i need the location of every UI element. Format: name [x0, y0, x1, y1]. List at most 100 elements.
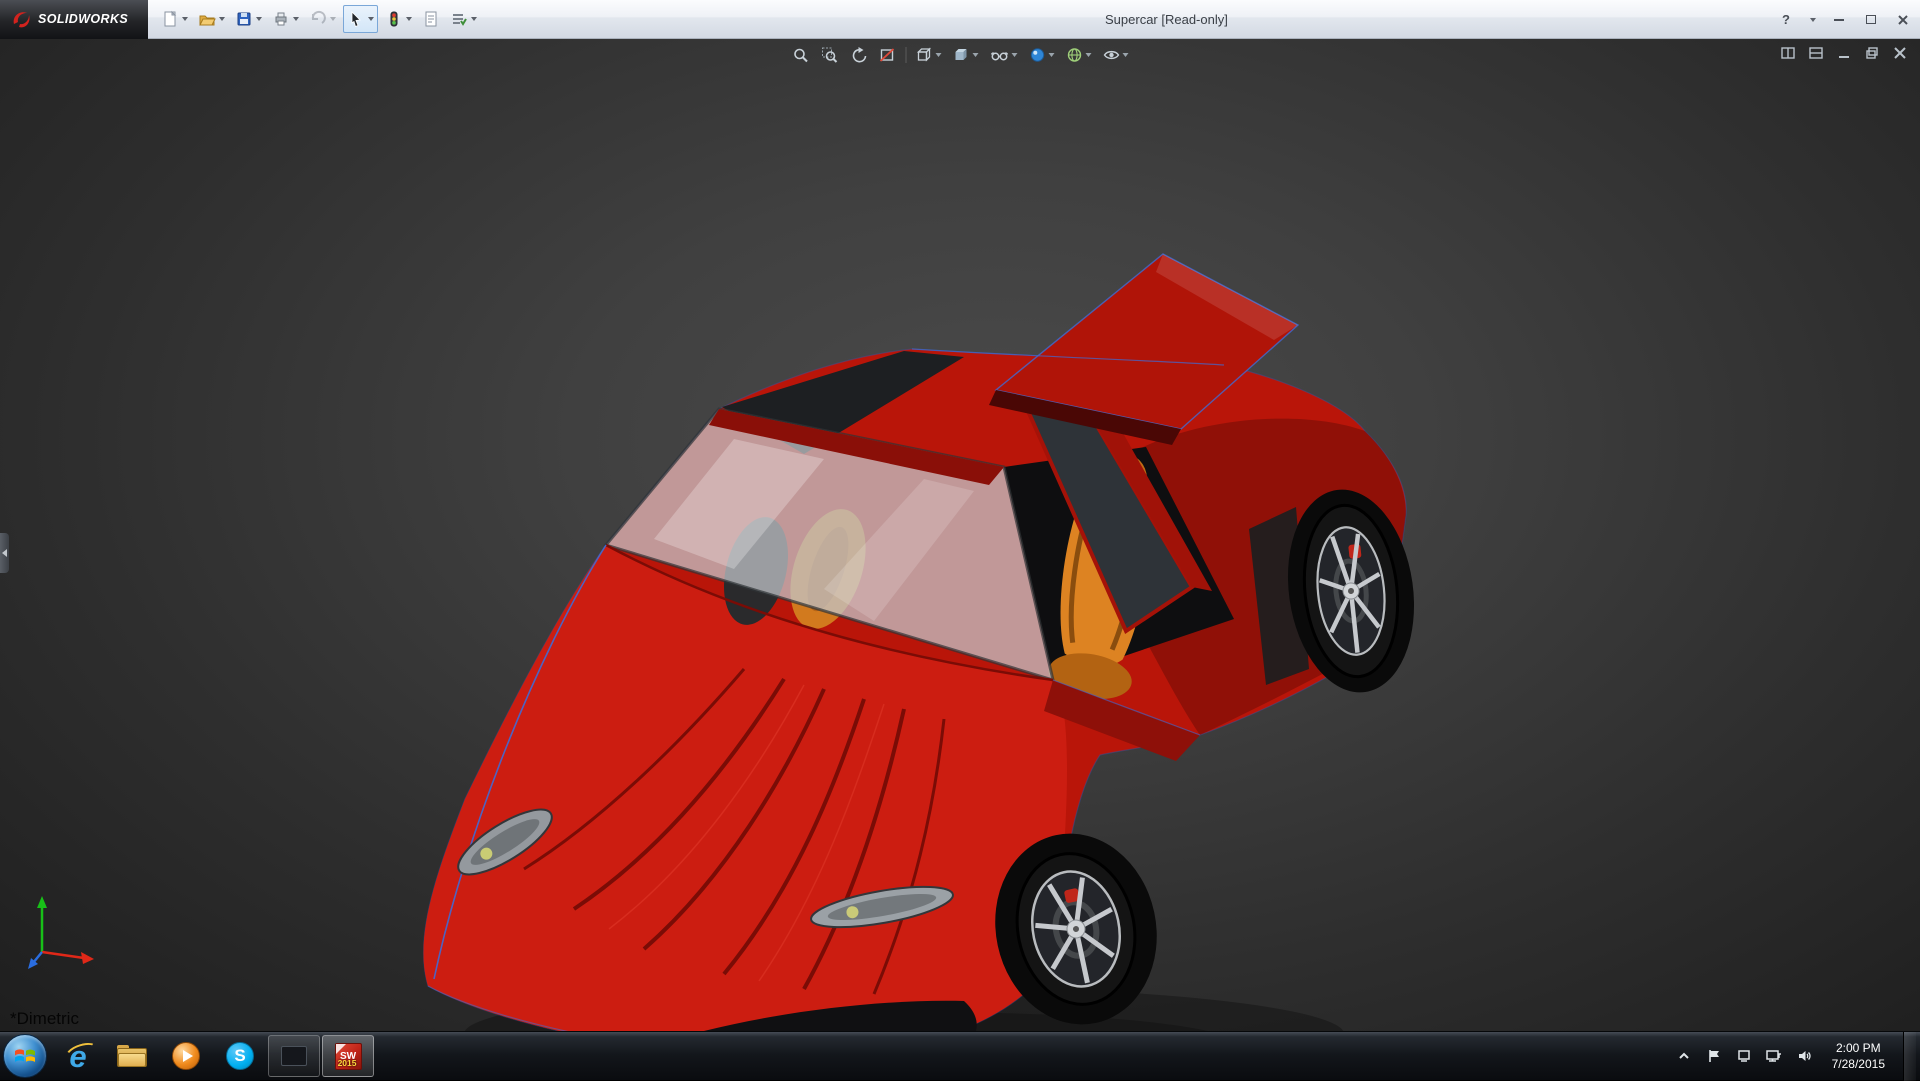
- network-display-icon: [1765, 1048, 1783, 1064]
- previous-view-button[interactable]: [848, 44, 870, 66]
- chevron-down-icon[interactable]: [406, 17, 412, 21]
- skype-icon: S: [226, 1042, 254, 1070]
- chevron-down-icon[interactable]: [293, 17, 299, 21]
- view-settings-eye-icon: [1103, 46, 1121, 64]
- taskbar-clock[interactable]: 2:00 PM 7/28/2015: [1824, 1040, 1893, 1072]
- doc-minimize-button[interactable]: [1834, 44, 1854, 62]
- solidworks-logo-icon: [10, 8, 32, 30]
- clock-time: 2:00 PM: [1832, 1040, 1885, 1056]
- solidworks-app-icon: SW 2015: [335, 1043, 362, 1070]
- folder-icon: [117, 1045, 147, 1067]
- minimize-button[interactable]: [1830, 11, 1848, 29]
- close-button[interactable]: [1894, 11, 1912, 29]
- taskbar-item-skype[interactable]: S: [214, 1035, 266, 1077]
- solidworks-logo: SOLIDWORKS: [0, 0, 148, 39]
- chevron-down-icon[interactable]: [368, 17, 374, 21]
- show-desktop-button[interactable]: [1903, 1032, 1916, 1081]
- chevron-down-icon[interactable]: [330, 17, 336, 21]
- chevron-down-icon[interactable]: [256, 17, 262, 21]
- view-orientation-cube-icon: [916, 46, 934, 64]
- zoom-to-fit-icon: [792, 46, 810, 64]
- view-orientation-label: *Dimetric: [10, 1009, 79, 1029]
- print-button[interactable]: [269, 5, 302, 33]
- taskbar-item-command-window[interactable]: [268, 1035, 320, 1077]
- chevron-down-icon[interactable]: [1049, 53, 1055, 57]
- chevron-down-icon[interactable]: [973, 53, 979, 57]
- app-window-controls: ?: [1777, 0, 1912, 39]
- taskbar-item-internet-explorer[interactable]: e: [52, 1035, 104, 1077]
- split-pane-horizontal-icon: [1780, 45, 1796, 61]
- hidden-icons-button[interactable]: [1674, 1046, 1694, 1066]
- split-pane-vertical-button[interactable]: [1806, 44, 1826, 62]
- taskbar-item-windows-explorer[interactable]: [106, 1035, 158, 1077]
- print-icon: [272, 10, 290, 28]
- device-button[interactable]: [1734, 1046, 1754, 1066]
- save-button[interactable]: [232, 5, 265, 33]
- hide-show-glasses-icon: [990, 46, 1010, 64]
- select-tool-button[interactable]: [343, 5, 378, 33]
- help-button[interactable]: ?: [1777, 11, 1795, 29]
- new-document-button[interactable]: [158, 5, 191, 33]
- split-pane-horizontal-button[interactable]: [1778, 44, 1798, 62]
- new-document-icon: [161, 10, 179, 28]
- chevron-down-icon[interactable]: [1086, 53, 1092, 57]
- device-icon: [1736, 1048, 1752, 1064]
- heads-up-view-toolbar: [790, 44, 1131, 66]
- scene-globe-icon: [1066, 46, 1084, 64]
- chevron-down-icon[interactable]: [219, 17, 225, 21]
- chevron-down-icon[interactable]: [182, 17, 188, 21]
- chevron-up-icon: [1677, 1049, 1691, 1063]
- chevron-down-icon[interactable]: [1810, 18, 1816, 22]
- chevron-down-icon[interactable]: [471, 17, 477, 21]
- feature-panel-splitter[interactable]: [0, 533, 9, 573]
- open-folder-icon: [198, 10, 216, 28]
- open-button[interactable]: [195, 5, 228, 33]
- windows-flag-icon: [13, 1045, 37, 1067]
- maximize-button[interactable]: [1862, 11, 1880, 29]
- section-view-button[interactable]: [877, 44, 899, 66]
- start-button[interactable]: [3, 1034, 47, 1078]
- standard-toolbar: [158, 5, 480, 33]
- edit-appearance-button[interactable]: [1027, 44, 1057, 66]
- windows-taskbar: e S SW 2015: [0, 1031, 1920, 1080]
- apply-scene-button[interactable]: [1064, 44, 1094, 66]
- network-button[interactable]: [1764, 1046, 1784, 1066]
- chevron-down-icon[interactable]: [936, 53, 942, 57]
- taskbar-item-solidworks[interactable]: SW 2015: [322, 1035, 374, 1077]
- command-window-icon: [281, 1046, 307, 1066]
- solidworks-year-badge: 2015: [338, 1058, 357, 1068]
- supercar-render: [404, 239, 1420, 1031]
- view-orientation-button[interactable]: [914, 44, 944, 66]
- chevron-down-icon[interactable]: [1012, 53, 1018, 57]
- close-icon: [1897, 14, 1909, 26]
- internet-explorer-icon: e: [69, 1041, 86, 1072]
- volume-icon: [1796, 1048, 1812, 1064]
- doc-restore-button[interactable]: [1862, 44, 1882, 62]
- toolbar-separator: [906, 47, 907, 63]
- zoom-to-fit-button[interactable]: [790, 44, 812, 66]
- graphics-viewport[interactable]: *Dimetric: [0, 39, 1920, 1031]
- taskbar-item-media-player[interactable]: [160, 1035, 212, 1077]
- select-cursor-icon: [347, 10, 365, 28]
- action-center-button[interactable]: [1704, 1046, 1724, 1066]
- doc-close-button[interactable]: [1890, 44, 1910, 62]
- chevron-down-icon[interactable]: [1123, 53, 1129, 57]
- rebuild-button[interactable]: [382, 5, 415, 33]
- view-settings-button[interactable]: [1101, 44, 1131, 66]
- volume-button[interactable]: [1794, 1046, 1814, 1066]
- options-button[interactable]: [447, 5, 480, 33]
- document-title: Supercar [Read-only]: [1105, 0, 1228, 39]
- hide-show-items-button[interactable]: [988, 44, 1020, 66]
- file-properties-button[interactable]: [419, 5, 443, 33]
- display-style-button[interactable]: [951, 44, 981, 66]
- minimize-icon: [1836, 45, 1852, 61]
- media-player-icon: [172, 1042, 200, 1070]
- zoom-to-area-button[interactable]: [819, 44, 841, 66]
- model-supercar[interactable]: [404, 239, 1420, 1031]
- undo-button[interactable]: [306, 5, 339, 33]
- display-style-cube-icon: [953, 46, 971, 64]
- collapse-arrow-icon: [2, 549, 7, 557]
- file-properties-icon: [422, 10, 440, 28]
- close-icon: [1892, 45, 1908, 61]
- clock-date: 7/28/2015: [1832, 1056, 1885, 1072]
